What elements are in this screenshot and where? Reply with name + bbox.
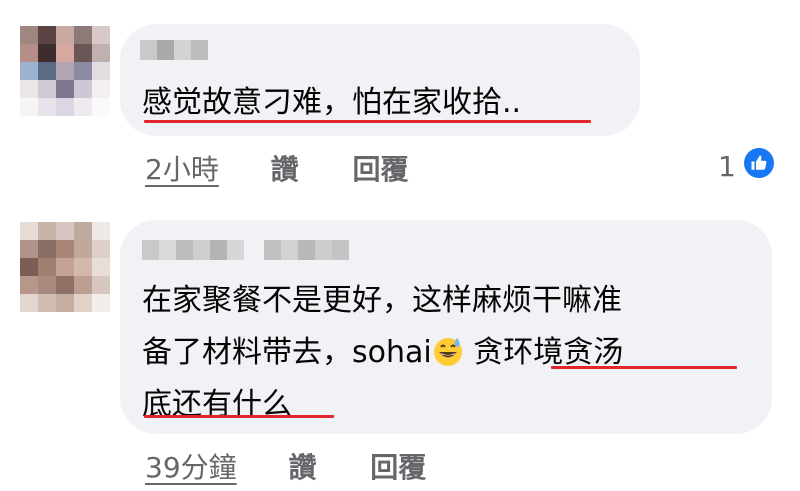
comment-bubble: 在家聚餐不是更好，这样麻烦干嘛准 备了材料带去，sohai 贪环境贪汤 底还有什… — [120, 220, 772, 434]
comment-text-line-3: 底还有什么 — [142, 387, 292, 422]
like-button[interactable]: 讚 — [271, 153, 299, 186]
comment-actions: 2小時 讚 回覆 — [145, 148, 408, 188]
comment-actions: 39分鐘 讚 回覆 — [145, 446, 426, 486]
highlight-underline — [144, 120, 591, 123]
comment-timestamp[interactable]: 2小時 — [145, 153, 219, 186]
commenter-name[interactable] — [142, 240, 349, 260]
like-button[interactable]: 讚 — [288, 451, 316, 484]
reply-button[interactable]: 回覆 — [352, 153, 408, 186]
comment-text-line-1: 在家聚餐不是更好，这样麻烦干嘛准 — [142, 283, 622, 318]
reply-button[interactable]: 回覆 — [370, 451, 426, 484]
highlight-underline — [551, 366, 737, 369]
avatar[interactable] — [20, 222, 110, 312]
comment-text-line: 感觉故意刁难，怕在家收拾.. — [142, 85, 522, 120]
reaction-count[interactable]: 1 — [718, 150, 736, 183]
avatar[interactable] — [20, 26, 110, 116]
commenter-name[interactable] — [140, 40, 208, 60]
comment-text-line-2: 备了材料带去，sohai 贪环境贪汤 — [142, 335, 624, 370]
thumbs-up-icon[interactable] — [744, 148, 774, 178]
highlight-underline — [144, 415, 334, 418]
comment-timestamp[interactable]: 39分鐘 — [145, 451, 237, 484]
grinning-sweat-emoji-icon — [433, 338, 462, 366]
